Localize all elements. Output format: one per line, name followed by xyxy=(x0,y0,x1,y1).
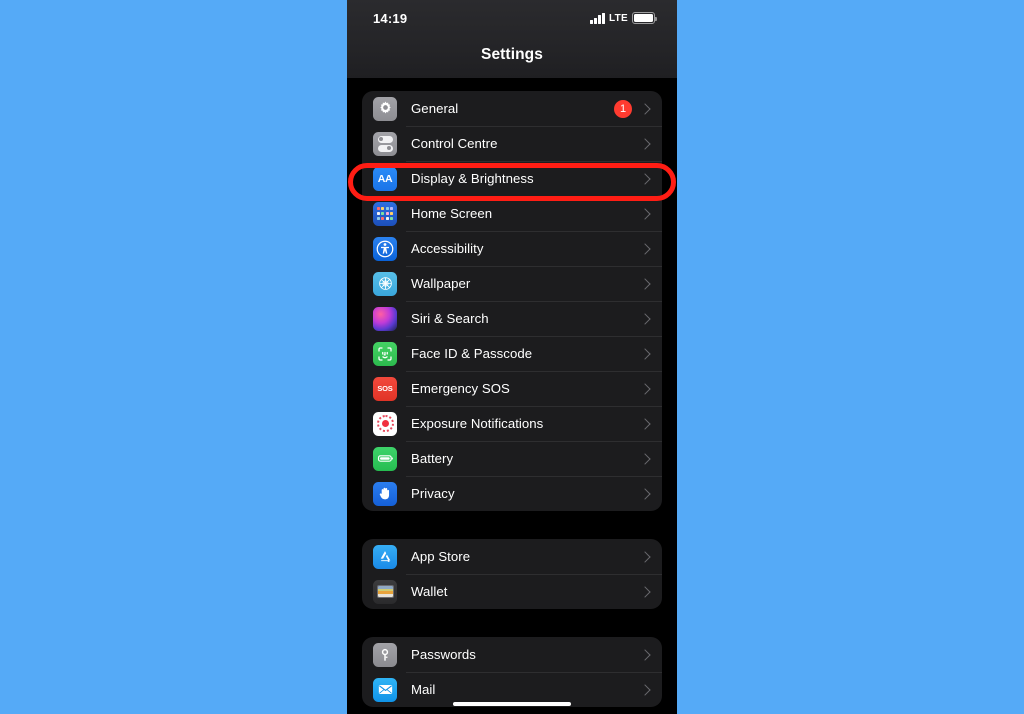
home-screen-grid-icon xyxy=(373,201,397,226)
settings-group-store: App Store Wallet xyxy=(362,539,662,609)
screenshot-canvas: 14:19 LTE Settings General 1 Control Cen… xyxy=(0,0,1024,714)
sidebar-item-label: App Store xyxy=(411,549,471,564)
sidebar-item-label: Passwords xyxy=(411,647,476,662)
chevron-right-icon xyxy=(639,207,651,220)
chevron-right-icon xyxy=(639,277,651,290)
status-bar: 14:19 LTE Settings xyxy=(347,0,677,78)
wallet-icon xyxy=(373,579,397,604)
settings-group-accounts: Passwords Mail xyxy=(362,637,662,707)
home-indicator xyxy=(453,701,571,706)
exposure-notifications-icon xyxy=(373,411,397,436)
sidebar-item-label: Wallet xyxy=(411,584,448,599)
chevron-right-icon xyxy=(639,648,651,661)
signal-bars-icon xyxy=(590,12,605,24)
sidebar-item-label: Wallpaper xyxy=(411,276,471,291)
passwords-key-icon xyxy=(373,642,397,667)
sidebar-item-emergency-sos[interactable]: SOS Emergency SOS xyxy=(362,371,662,406)
sidebar-item-label: Display & Brightness xyxy=(411,171,534,186)
chevron-right-icon xyxy=(639,137,651,150)
sidebar-item-label: Privacy xyxy=(411,486,455,501)
chevron-right-icon xyxy=(639,452,651,465)
app-store-icon xyxy=(373,544,397,569)
page-title: Settings xyxy=(481,46,543,63)
status-bar-time: 14:19 xyxy=(373,11,408,26)
control-centre-icon xyxy=(373,131,397,156)
sidebar-item-label: Control Centre xyxy=(411,136,498,151)
status-bar-indicators: LTE xyxy=(590,11,657,25)
settings-group-system: General 1 Control Centre AA Display & Br… xyxy=(362,91,662,511)
sidebar-item-exposure-notifications[interactable]: Exposure Notifications xyxy=(362,406,662,441)
network-type-label: LTE xyxy=(608,12,628,24)
accessibility-person-icon xyxy=(373,236,397,261)
sidebar-item-label: Siri & Search xyxy=(411,311,489,326)
sidebar-item-label: Battery xyxy=(411,451,454,466)
chevron-right-icon xyxy=(639,242,651,255)
status-badge: 1 xyxy=(614,99,632,118)
chevron-right-icon xyxy=(639,382,651,395)
sidebar-item-home-screen[interactable]: Home Screen xyxy=(362,196,662,231)
gear-icon xyxy=(373,96,397,121)
chevron-right-icon xyxy=(639,417,651,430)
mail-envelope-icon xyxy=(373,677,397,702)
battery-full-icon xyxy=(632,12,657,24)
chevron-right-icon xyxy=(639,172,651,185)
phone-screen: 14:19 LTE Settings General 1 Control Cen… xyxy=(347,0,677,714)
sidebar-item-face-id-passcode[interactable]: Face ID & Passcode xyxy=(362,336,662,371)
chevron-right-icon xyxy=(639,312,651,325)
sidebar-item-wallpaper[interactable]: Wallpaper xyxy=(362,266,662,301)
sidebar-item-label: General xyxy=(411,101,459,116)
settings-list[interactable]: General 1 Control Centre AA Display & Br… xyxy=(347,78,677,714)
sidebar-item-label: Home Screen xyxy=(411,206,493,221)
sidebar-item-app-store[interactable]: App Store xyxy=(362,539,662,574)
sidebar-item-label: Accessibility xyxy=(411,241,484,256)
siri-orb-icon xyxy=(373,306,397,331)
chevron-right-icon xyxy=(639,487,651,500)
chevron-right-icon xyxy=(639,102,651,115)
chevron-right-icon xyxy=(639,347,651,360)
sidebar-item-label: Emergency SOS xyxy=(411,381,510,396)
privacy-hand-icon xyxy=(373,481,397,506)
sidebar-item-wallet[interactable]: Wallet xyxy=(362,574,662,609)
wallpaper-flower-icon xyxy=(373,271,397,296)
chevron-right-icon xyxy=(639,550,651,563)
sidebar-item-general[interactable]: General 1 xyxy=(362,91,662,126)
sidebar-item-label: Face ID & Passcode xyxy=(411,346,533,361)
sos-icon: SOS xyxy=(373,376,397,401)
display-brightness-aa-icon: AA xyxy=(373,166,397,191)
sidebar-item-siri-search[interactable]: Siri & Search xyxy=(362,301,662,336)
chevron-right-icon xyxy=(639,585,651,598)
sidebar-item-passwords[interactable]: Passwords xyxy=(362,637,662,672)
sidebar-item-privacy[interactable]: Privacy xyxy=(362,476,662,511)
sidebar-item-battery[interactable]: Battery xyxy=(362,441,662,476)
battery-icon xyxy=(373,446,397,471)
sidebar-item-label: Exposure Notifications xyxy=(411,416,544,431)
sidebar-item-accessibility[interactable]: Accessibility xyxy=(362,231,662,266)
sidebar-item-label: Mail xyxy=(411,682,436,697)
sidebar-item-control-centre[interactable]: Control Centre xyxy=(362,126,662,161)
chevron-right-icon xyxy=(639,683,651,696)
face-id-icon xyxy=(373,341,397,366)
sidebar-item-display-brightness[interactable]: AA Display & Brightness xyxy=(362,161,662,196)
